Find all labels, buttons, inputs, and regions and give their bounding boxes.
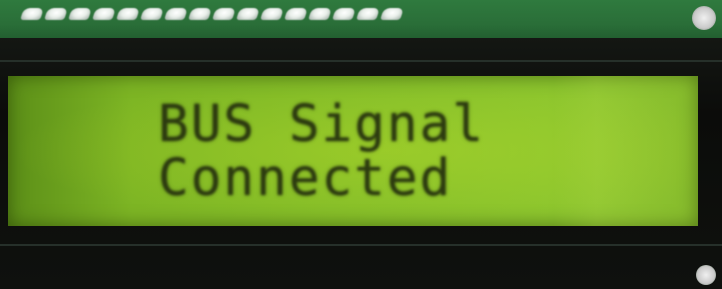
header-pin-icon — [212, 8, 236, 20]
mount-hole-icon — [696, 265, 716, 285]
header-pin-icon — [20, 8, 44, 20]
header-pin-icon — [188, 8, 212, 20]
header-pin-icon — [116, 8, 140, 20]
lcd-screen: BUS Signal Connected — [8, 76, 698, 226]
header-pin-icon — [356, 8, 380, 20]
lcd-text: BUS Signal Connected — [158, 98, 485, 206]
header-pin-icon — [284, 8, 308, 20]
bezel-edge-bottom — [0, 244, 722, 246]
header-pin-icon — [332, 8, 356, 20]
header-pin-icon — [92, 8, 116, 20]
header-pin-icon — [44, 8, 68, 20]
header-pin-icon — [380, 8, 404, 20]
lcd-glare — [553, 76, 698, 226]
pin-header — [20, 8, 417, 22]
header-pin-icon — [236, 8, 260, 20]
header-pin-icon — [164, 8, 188, 20]
mount-hole-icon — [692, 6, 716, 30]
lcd-module-photo: BUS Signal Connected — [0, 0, 722, 289]
header-pin-icon — [140, 8, 164, 20]
bezel-edge-top — [0, 60, 722, 62]
lcd-line-2: Connected — [158, 149, 453, 208]
header-pin-icon — [68, 8, 92, 20]
lcd-line-1: BUS Signal — [158, 95, 486, 154]
header-pin-icon — [308, 8, 332, 20]
header-pin-icon — [260, 8, 284, 20]
